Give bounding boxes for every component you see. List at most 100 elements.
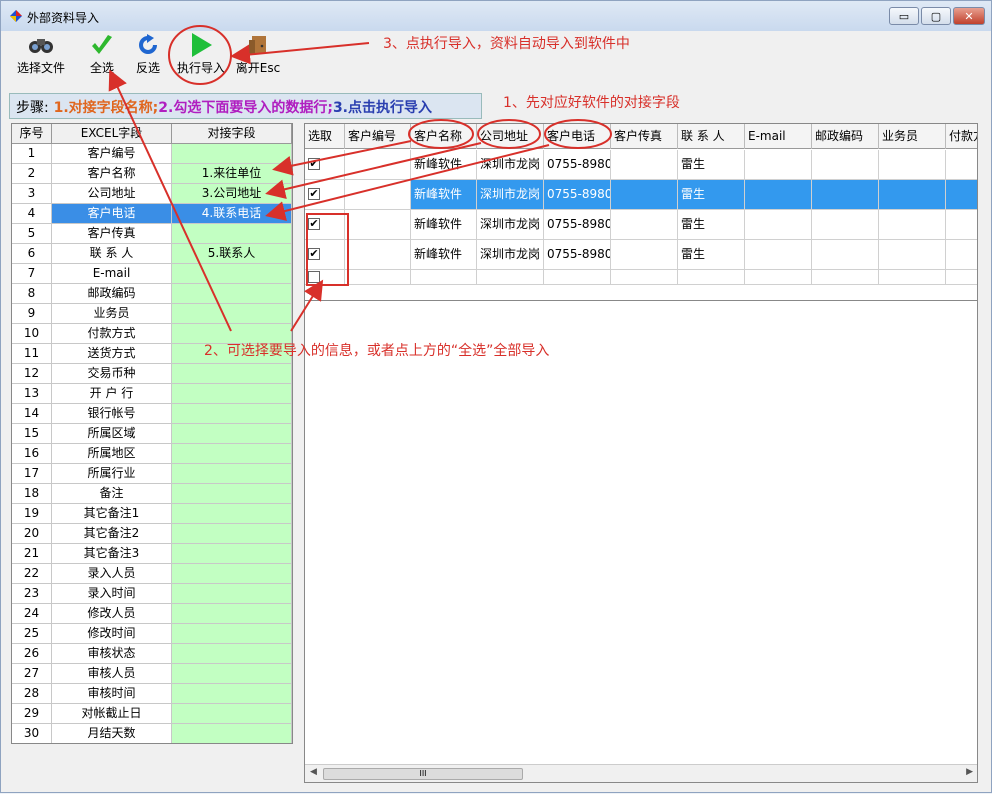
mapping-target-field[interactable]: [172, 504, 292, 524]
mapping-excel-field[interactable]: 录入时间: [52, 584, 172, 604]
invert-selection-button[interactable]: 反选: [127, 31, 169, 79]
grid-header-cell[interactable]: 选取: [305, 124, 345, 149]
mapping-row[interactable]: 1 客户编号: [12, 144, 292, 164]
mapping-excel-field[interactable]: 所属行业: [52, 464, 172, 484]
mapping-excel-field[interactable]: 所属区域: [52, 424, 172, 444]
mapping-row[interactable]: 7 E-mail: [12, 264, 292, 284]
mapping-row[interactable]: 27 审核人员: [12, 664, 292, 684]
select-cell[interactable]: ✔: [305, 180, 345, 210]
mapping-excel-field[interactable]: 客户传真: [52, 224, 172, 244]
mapping-row[interactable]: 18 备注: [12, 484, 292, 504]
mapping-target-field[interactable]: 1.来往单位: [172, 164, 292, 184]
mapping-excel-field[interactable]: 其它备注3: [52, 544, 172, 564]
mapping-row[interactable]: 20 其它备注2: [12, 524, 292, 544]
row-checkbox[interactable]: ✔: [308, 158, 320, 170]
mapping-row[interactable]: 9 业务员: [12, 304, 292, 324]
row-checkbox[interactable]: ✔: [308, 248, 320, 260]
mapping-excel-field[interactable]: 付款方式: [52, 324, 172, 344]
mapping-target-field[interactable]: [172, 604, 292, 624]
scroll-thumb[interactable]: III: [323, 768, 523, 780]
grid-row[interactable]: ✔ 新峰软件深圳市龙岗0755-89808745 雷生: [305, 240, 977, 270]
mapping-row[interactable]: 30 月结天数: [12, 724, 292, 743]
mapping-excel-field[interactable]: 审核时间: [52, 684, 172, 704]
mapping-target-field[interactable]: [172, 584, 292, 604]
mapping-excel-field[interactable]: 月结天数: [52, 724, 172, 743]
scroll-left-icon[interactable]: ◀: [310, 767, 317, 777]
mapping-excel-field[interactable]: E-mail: [52, 264, 172, 284]
mapping-target-field[interactable]: [172, 424, 292, 444]
scroll-right-icon[interactable]: ▶: [966, 767, 973, 777]
mapping-excel-field[interactable]: 其它备注1: [52, 504, 172, 524]
horizontal-scrollbar[interactable]: ◀ III ▶: [305, 764, 977, 782]
mapping-target-field[interactable]: [172, 564, 292, 584]
mapping-row[interactable]: 25 修改时间: [12, 624, 292, 644]
mapping-target-field[interactable]: [172, 664, 292, 684]
mapping-excel-field[interactable]: 录入人员: [52, 564, 172, 584]
grid-row[interactable]: ✔ 新峰软件深圳市龙岗0755-89808745 雷生: [305, 150, 977, 180]
mapping-excel-field[interactable]: 客户编号: [52, 144, 172, 164]
mapping-excel-field[interactable]: 对帐截止日: [52, 704, 172, 724]
mapping-excel-field[interactable]: 业务员: [52, 304, 172, 324]
mapping-row[interactable]: 17 所属行业: [12, 464, 292, 484]
minimize-button[interactable]: ▭: [889, 7, 919, 25]
grid-row[interactable]: [305, 270, 977, 285]
mapping-row[interactable]: 16 所属地区: [12, 444, 292, 464]
select-cell[interactable]: ✔: [305, 210, 345, 240]
mapping-row[interactable]: 24 修改人员: [12, 604, 292, 624]
grid-header-cell[interactable]: 公司地址: [477, 124, 544, 149]
grid-header-cell[interactable]: 付款方: [946, 124, 977, 149]
mapping-row[interactable]: 15 所属区域: [12, 424, 292, 444]
mapping-target-field[interactable]: [172, 144, 292, 164]
mapping-excel-field[interactable]: 客户名称: [52, 164, 172, 184]
mapping-excel-field[interactable]: 客户电话: [52, 204, 172, 224]
grid-row[interactable]: ✔ 新峰软件深圳市龙岗0755-89808745 雷生: [305, 210, 977, 240]
select-file-button[interactable]: 选择文件: [9, 31, 73, 79]
select-cell[interactable]: [305, 270, 345, 285]
grid-header-cell[interactable]: 客户名称: [411, 124, 477, 149]
mapping-target-field[interactable]: [172, 684, 292, 704]
mapping-excel-field[interactable]: 送货方式: [52, 344, 172, 364]
mapping-row[interactable]: 26 审核状态: [12, 644, 292, 664]
mapping-row[interactable]: 4 客户电话 4.联系电话: [12, 204, 292, 224]
row-checkbox[interactable]: ✔: [308, 188, 320, 200]
mapping-excel-field[interactable]: 所属地区: [52, 444, 172, 464]
mapping-excel-field[interactable]: 备注: [52, 484, 172, 504]
execute-import-button[interactable]: 执行导入: [173, 31, 229, 79]
mapping-row[interactable]: 19 其它备注1: [12, 504, 292, 524]
mapping-target-field[interactable]: [172, 484, 292, 504]
exit-button[interactable]: 离开Esc: [233, 31, 283, 79]
mapping-row[interactable]: 2 客户名称 1.来往单位: [12, 164, 292, 184]
mapping-row[interactable]: 14 银行帐号: [12, 404, 292, 424]
mapping-row[interactable]: 29 对帐截止日: [12, 704, 292, 724]
mapping-excel-field[interactable]: 审核状态: [52, 644, 172, 664]
mapping-row[interactable]: 3 公司地址 3.公司地址: [12, 184, 292, 204]
grid-header-cell[interactable]: 客户编号: [345, 124, 411, 149]
mapping-row[interactable]: 6联 系 人 5.联系人: [12, 244, 292, 264]
mapping-target-field[interactable]: 3.公司地址: [172, 184, 292, 204]
mapping-target-field[interactable]: [172, 284, 292, 304]
mapping-excel-field[interactable]: 修改人员: [52, 604, 172, 624]
mapping-row[interactable]: 23 录入时间: [12, 584, 292, 604]
mapping-target-field[interactable]: 4.联系电话: [172, 204, 292, 224]
mapping-target-field[interactable]: [172, 524, 292, 544]
mapping-target-field[interactable]: [172, 364, 292, 384]
grid-header-cell[interactable]: E-mail: [745, 124, 812, 149]
select-all-button[interactable]: 全选: [81, 31, 123, 79]
mapping-row[interactable]: 5 客户传真: [12, 224, 292, 244]
mapping-target-field[interactable]: [172, 704, 292, 724]
grid-header-cell[interactable]: 邮政编码: [812, 124, 879, 149]
mapping-row[interactable]: 21 其它备注3: [12, 544, 292, 564]
grid-header-cell[interactable]: 联 系 人: [678, 124, 745, 149]
mapping-excel-field[interactable]: 修改时间: [52, 624, 172, 644]
mapping-target-field[interactable]: [172, 544, 292, 564]
mapping-target-field[interactable]: [172, 404, 292, 424]
mapping-excel-field[interactable]: 银行帐号: [52, 404, 172, 424]
mapping-excel-field[interactable]: 其它备注2: [52, 524, 172, 544]
mapping-target-field[interactable]: [172, 644, 292, 664]
mapping-row[interactable]: 13 开 户 行: [12, 384, 292, 404]
mapping-target-field[interactable]: [172, 624, 292, 644]
select-cell[interactable]: ✔: [305, 240, 345, 270]
grid-header-cell[interactable]: 客户传真: [611, 124, 678, 149]
grid-header-cell[interactable]: 业务员: [879, 124, 946, 149]
maximize-button[interactable]: ▢: [921, 7, 951, 25]
